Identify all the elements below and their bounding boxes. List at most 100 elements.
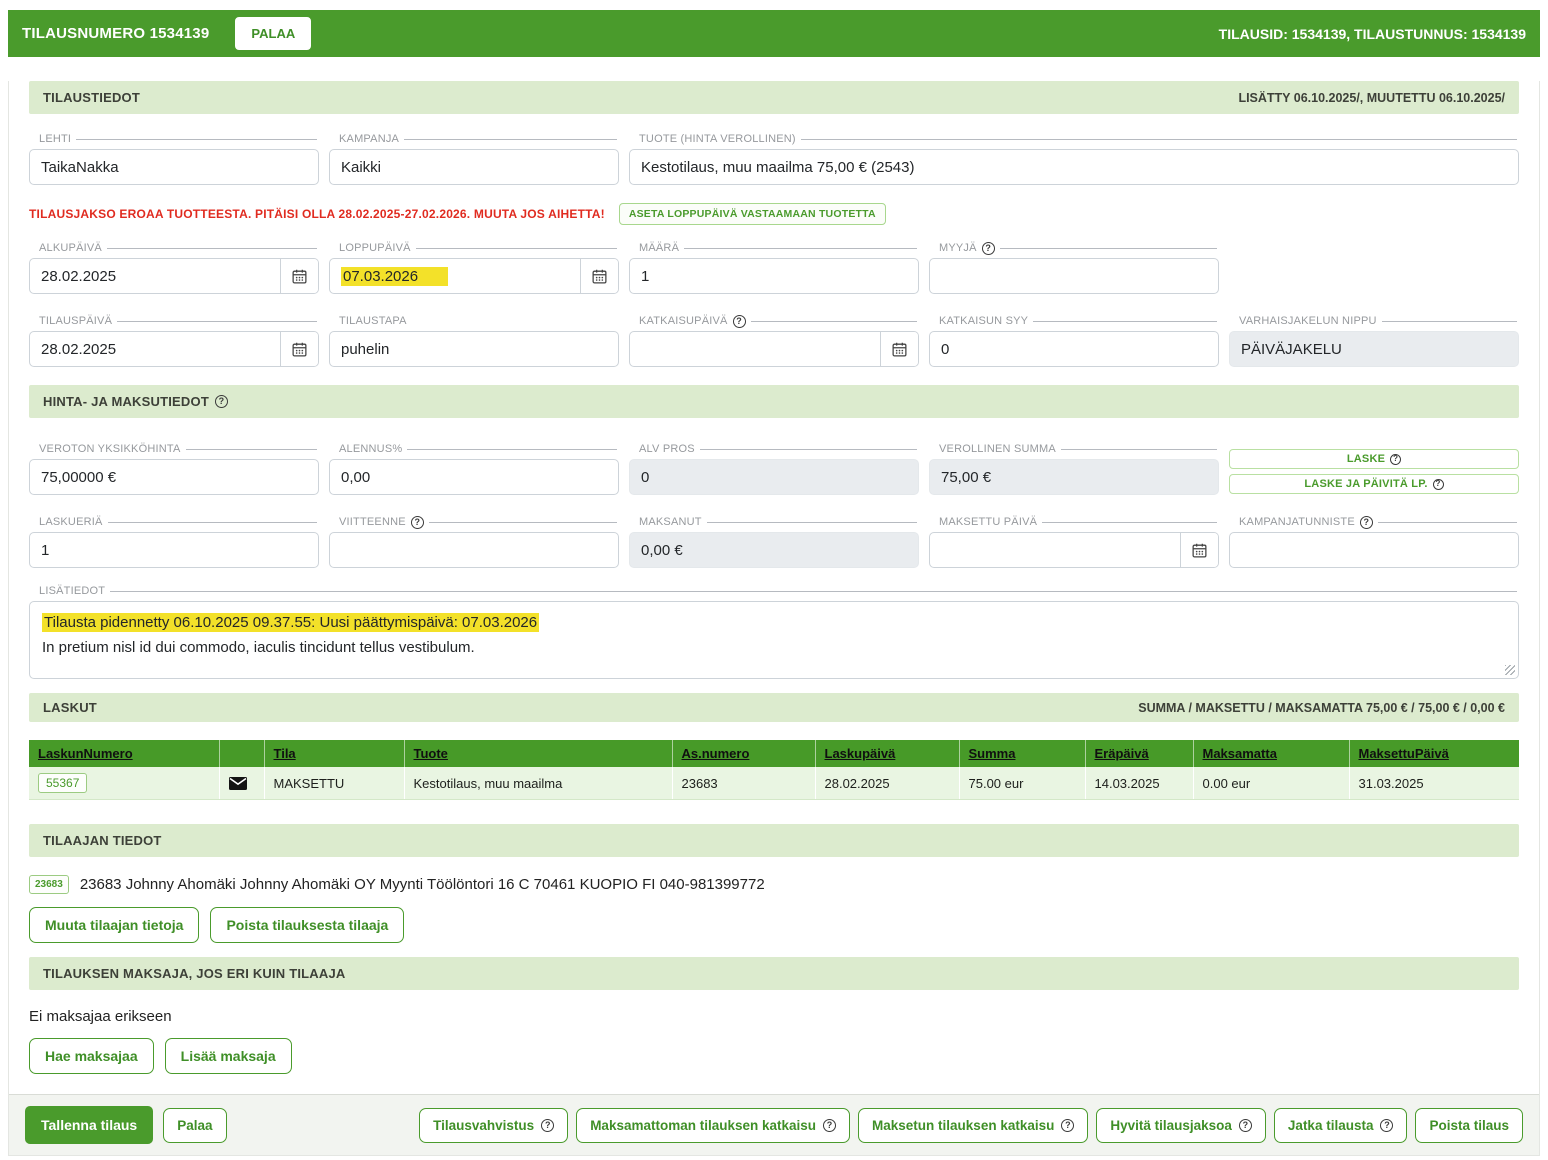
help-icon[interactable]	[410, 515, 424, 529]
col-tila[interactable]: Tila	[274, 746, 296, 761]
search-payer-button[interactable]: Hae maksajaa	[29, 1038, 154, 1074]
help-icon[interactable]	[981, 241, 995, 255]
tilauspaiva-label: TILAUSPÄIVÄ	[39, 315, 113, 327]
order-header-bar: TILAUSNUMERO 1534139 PALAA TILAUSID: 153…	[8, 10, 1540, 57]
katkaisun-syy-input[interactable]: 0	[929, 331, 1219, 367]
order-confirmation-button[interactable]: Tilausvahvistus	[419, 1107, 569, 1143]
myyja-input[interactable]	[929, 258, 1219, 294]
remove-subscriber-button[interactable]: Poista tilauksesta tilaaja	[210, 907, 405, 943]
tilauspaiva-input[interactable]: 28.02.2025	[30, 332, 280, 366]
col-asnumero[interactable]: As.numero	[682, 746, 750, 761]
field-maara: MÄÄRÄ 1	[629, 241, 919, 294]
veroton-input[interactable]: 75,00000 €	[29, 459, 319, 495]
set-end-date-button[interactable]: ASETA LOPPUPÄIVÄ VASTAAMAAN TUOTETTA	[618, 203, 886, 225]
section-order-info-title: TILAUSTIEDOT	[43, 90, 141, 105]
save-order-button[interactable]: Tallenna tilaus	[25, 1106, 154, 1144]
field-myyja: MYYJÄ	[929, 241, 1219, 294]
footer-right-actions: Tilausvahvistus Maksamattoman tilauksen …	[419, 1107, 1523, 1143]
delete-order-button[interactable]: Poista tilaus	[1415, 1107, 1523, 1143]
add-payer-button[interactable]: Lisää maksaja	[164, 1038, 292, 1074]
loppupaiva-input[interactable]: 07.03.2026	[330, 259, 580, 293]
invoice-number-badge[interactable]: 55367	[38, 773, 88, 793]
lehti-input[interactable]: TaikaNakka	[29, 149, 319, 185]
col-tuote[interactable]: Tuote	[414, 746, 448, 761]
note-line: In pretium nisl id dui commodo, iaculis …	[42, 638, 475, 656]
invoice-sum: 75.00 eur	[968, 775, 1024, 791]
katkaisupaiva-label: KATKAISUPÄIVÄ	[639, 315, 728, 327]
edit-subscriber-button[interactable]: Muuta tilaajan tietoja	[29, 907, 200, 943]
subscriber-number-badge[interactable]: 23683	[29, 875, 69, 894]
field-alennus: ALENNUS% 0,00	[329, 442, 619, 495]
loppupaiva-label: LOPPUPÄIVÄ	[339, 242, 411, 254]
field-tilaustapa: TILAUSTAPA puhelin	[329, 314, 619, 367]
cancel-paid-order-button[interactable]: Maksetun tilauksen katkaisu	[858, 1107, 1089, 1143]
section-payer: TILAUKSEN MAKSAJA, JOS ERI KUIN TILAAJA	[29, 957, 1519, 990]
field-viitteenne: VIITTEENNE	[329, 515, 619, 568]
katkaisupaiva-calendar-button[interactable]	[880, 332, 918, 366]
invoices-table: LaskunNumero Tila Tuote As.numero Laskup…	[29, 740, 1519, 800]
section-price-info-title: HINTA- JA MAKSUTIEDOT	[43, 394, 209, 409]
cancel-unpaid-order-button[interactable]: Maksamattoman tilauksen katkaisu	[576, 1107, 851, 1143]
continue-order-button[interactable]: Jatka tilausta	[1273, 1107, 1408, 1143]
help-icon[interactable]	[214, 395, 228, 408]
col-laskupaiva[interactable]: Laskupäivä	[825, 746, 896, 761]
invoice-due-date: 14.03.2025	[1094, 775, 1160, 791]
maara-input[interactable]: 1	[629, 258, 919, 294]
maksettu-paiva-input[interactable]	[930, 533, 1180, 567]
envelope-icon[interactable]	[228, 776, 255, 790]
col-laskunnumero[interactable]: LaskunNumero	[38, 746, 133, 761]
invoice-row: 55367 MAKSETTU Kestotilaus, muu maailma …	[29, 767, 1519, 800]
credit-order-period-button[interactable]: Hyvitä tilausjaksoa	[1096, 1107, 1266, 1143]
invoice-unpaid: 0.00 eur	[1202, 775, 1251, 791]
back-button-top[interactable]: PALAA	[235, 17, 312, 50]
tilauspaiva-calendar-button[interactable]	[280, 332, 318, 366]
alkupaiva-label: ALKUPÄIVÄ	[39, 242, 102, 254]
viitteenne-input[interactable]	[329, 532, 619, 568]
col-maksamatta[interactable]: Maksamatta	[1203, 746, 1277, 761]
field-katkaisupaiva: KATKAISUPÄIVÄ	[629, 314, 919, 367]
alkupaiva-input[interactable]: 28.02.2025	[30, 259, 280, 293]
field-verollinen: VEROLLINEN SUMMA 75,00 €	[929, 442, 1219, 495]
alkupaiva-calendar-button[interactable]	[280, 259, 318, 293]
kampanja-input[interactable]: Kaikki	[329, 149, 619, 185]
back-button-bottom[interactable]: Palaa	[163, 1107, 227, 1143]
calendar-icon	[291, 341, 308, 358]
col-summa[interactable]: Summa	[969, 746, 1016, 761]
alennus-label: ALENNUS%	[339, 443, 403, 455]
field-alv: ALV PROS 0	[629, 442, 919, 495]
field-maksanut: MAKSANUT 0,00 €	[629, 515, 919, 568]
laskueria-input[interactable]: 1	[29, 532, 319, 568]
verollinen-input: 75,00 €	[929, 459, 1219, 495]
varhaisjakelun-nippu-label: VARHAISJAKELUN NIPPU	[1239, 315, 1377, 327]
col-maksettupaiva[interactable]: MaksettuPäivä	[1359, 746, 1449, 761]
field-varhaisjakelun-nippu: VARHAISJAKELUN NIPPU PÄIVÄJAKELU	[1229, 314, 1519, 367]
col-erapaiva[interactable]: Eräpäivä	[1095, 746, 1149, 761]
section-invoices: LASKUT SUMMA / MAKSETTU / MAKSAMATTA 75,…	[29, 693, 1519, 722]
lisatiedot-textarea[interactable]: Tilausta pidennetty 06.10.2025 09.37.55:…	[29, 601, 1519, 679]
laske-ja-paivita-button[interactable]: LASKE JA PÄIVITÄ LP.	[1229, 474, 1519, 494]
katkaisupaiva-input[interactable]	[630, 332, 880, 366]
kampanja-label: KAMPANJA	[339, 133, 400, 145]
field-tilauspaiva: TILAUSPÄIVÄ 28.02.2025	[29, 314, 319, 367]
invoice-status: MAKSETTU	[273, 775, 345, 791]
tuote-input[interactable]: Kestotilaus, muu maailma 75,00 € (2543)	[629, 149, 1519, 185]
subscriber-info: 23683 Johnny Ahomäki Johnny Ahomäki OY M…	[79, 876, 765, 893]
maksanut-input: 0,00 €	[629, 532, 919, 568]
subscriber-line: 23683 23683 Johnny Ahomäki Johnny Ahomäk…	[9, 875, 1539, 894]
help-icon[interactable]	[732, 314, 746, 328]
section-price-info: HINTA- JA MAKSUTIEDOT	[29, 385, 1519, 418]
kampanjatunniste-input[interactable]	[1229, 532, 1519, 568]
tuote-label: TUOTE (HINTA VEROLLINEN)	[639, 133, 796, 145]
laskueria-label: LASKUERIÄ	[39, 516, 103, 528]
varhaisjakelun-nippu-input: PÄIVÄJAKELU	[1229, 331, 1519, 367]
alennus-input[interactable]: 0,00	[329, 459, 619, 495]
alv-label: ALV PROS	[639, 443, 695, 455]
tilaustapa-input[interactable]: puhelin	[329, 331, 619, 367]
invoices-summary: SUMMA / MAKSETTU / MAKSAMATTA 75,00 € / …	[1138, 700, 1505, 715]
maksettu-paiva-calendar-button[interactable]	[1180, 533, 1218, 567]
loppupaiva-calendar-button[interactable]	[580, 259, 618, 293]
help-icon[interactable]	[1359, 515, 1373, 529]
lisatiedot-label: LISÄTIEDOT	[39, 585, 106, 597]
section-invoices-title: LASKUT	[43, 700, 97, 715]
laske-button[interactable]: LASKE	[1229, 449, 1519, 469]
